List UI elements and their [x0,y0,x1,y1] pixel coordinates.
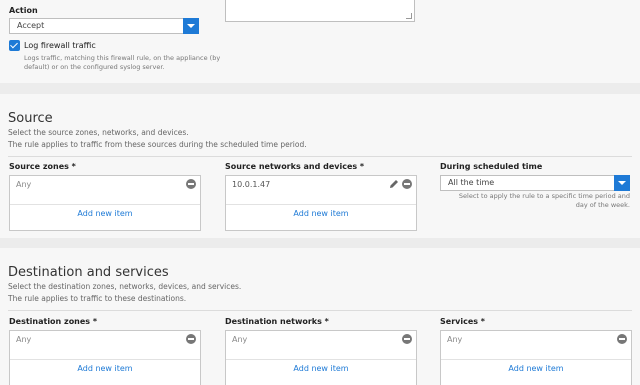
add-new-item-link[interactable]: Add new item [10,209,200,218]
divider [441,359,631,360]
action-label: Action [9,6,38,15]
scheduled-time-label: During scheduled time [440,162,543,171]
divider [10,359,200,360]
remove-icon[interactable] [186,179,196,189]
source-title: Source [8,111,53,126]
list-item: Any [232,335,248,344]
add-new-item-link[interactable]: Add new item [441,364,631,373]
list-item: 10.0.1.47 [232,180,271,189]
source-desc2: The rule applies to traffic from these s… [8,140,307,149]
list-item: Any [16,335,32,344]
remove-icon[interactable] [402,179,412,189]
source-section: Source Select the source zones, networks… [0,94,640,238]
divider [8,156,632,157]
list-item: Any [447,335,463,344]
destination-section: Destination and services Select the dest… [0,248,640,385]
destination-zones-list: Any Add new item [9,330,201,385]
schedule-help-line1: Select to apply the rule to a specific t… [458,192,630,200]
divider [226,359,416,360]
divider [10,204,200,205]
remove-icon[interactable] [186,334,196,344]
edit-icon[interactable] [389,179,399,189]
destination-zones-label: Destination zones * [9,317,98,326]
scheduled-time-select[interactable]: All the time [440,175,630,191]
services-list: Any Add new item [440,330,632,385]
remove-icon[interactable] [617,334,627,344]
log-help-line2: default) or on the configured syslog ser… [24,63,165,71]
add-new-item-link[interactable]: Add new item [10,364,200,373]
action-section: Action Accept Log firewall traffic Logs … [0,0,640,83]
destination-networks-label: Destination networks * [225,317,329,326]
source-networks-list: 10.0.1.47 Add new item [225,175,417,231]
source-desc1: Select the source zones, networks, and d… [8,128,189,137]
destination-desc1: Select the destination zones, networks, … [8,282,242,291]
action-select[interactable]: Accept [9,18,199,34]
resize-handle-icon[interactable] [406,13,412,19]
scheduled-time-value: All the time [448,178,495,187]
source-networks-label: Source networks and devices * [225,162,365,171]
destination-title: Destination and services [8,265,169,280]
log-firewall-traffic-checkbox[interactable] [9,40,20,51]
services-label: Services * [440,317,485,326]
log-help-line1: Logs traffic, matching this firewall rul… [24,54,221,62]
source-zones-list: Any Add new item [9,175,201,231]
list-item: Any [16,180,32,189]
source-zones-label: Source zones * [9,162,76,171]
add-new-item-link[interactable]: Add new item [226,209,416,218]
action-select-value: Accept [17,21,45,30]
destination-desc2: The rule applies to traffic to these des… [8,294,187,303]
destination-networks-list: Any Add new item [225,330,417,385]
remove-icon[interactable] [402,334,412,344]
chevron-down-icon[interactable] [614,175,630,191]
chevron-down-icon[interactable] [183,18,199,34]
divider [8,310,632,311]
description-textarea[interactable] [225,0,415,22]
divider [226,204,416,205]
schedule-help-line2: day of the week. [575,201,630,209]
log-firewall-traffic-label[interactable]: Log firewall traffic [24,41,96,50]
add-new-item-link[interactable]: Add new item [226,364,416,373]
